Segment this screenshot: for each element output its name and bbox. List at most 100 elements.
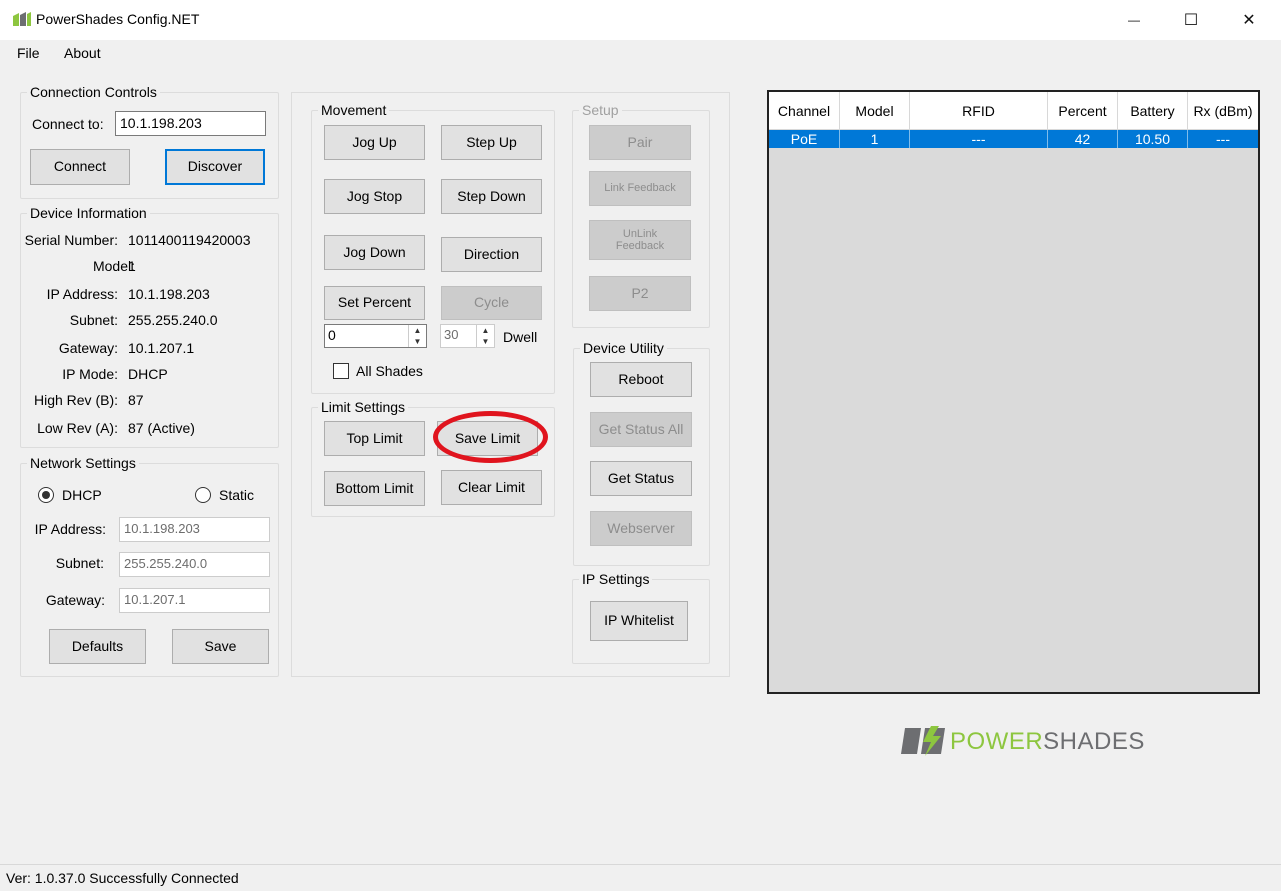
grid-col-model[interactable]: Model	[840, 92, 910, 129]
ip-whitelist-button[interactable]: IP Whitelist	[590, 601, 688, 641]
model-label: Model:	[92, 258, 135, 274]
dwell-label: Dwell	[503, 329, 538, 345]
low-rev-value: 87 (Active)	[128, 420, 195, 436]
device-information-label: Device Information	[27, 205, 150, 221]
jog-down-button[interactable]: Jog Down	[324, 235, 425, 270]
defaults-button[interactable]: Defaults	[49, 629, 146, 664]
step-up-button[interactable]: Step Up	[441, 125, 542, 160]
set-percent-button[interactable]: Set Percent	[324, 286, 425, 320]
gateway-value: 10.1.207.1	[128, 340, 195, 356]
spinner-down-icon[interactable]: ▼	[477, 336, 494, 347]
ip-mode-value: DHCP	[128, 366, 168, 382]
window-title: PowerShades Config.NET	[36, 11, 200, 27]
gateway-label: Gateway:	[58, 340, 118, 356]
unlink-feedback-button[interactable]: UnLink Feedback	[589, 220, 691, 260]
menu-file[interactable]: File	[17, 45, 40, 61]
unlink-feedback-label-2: Feedback	[615, 240, 665, 252]
step-down-button[interactable]: Step Down	[441, 179, 542, 214]
device-grid[interactable]: Channel Model RFID Percent Battery Rx (d…	[767, 90, 1260, 694]
static-label: Static	[219, 487, 255, 503]
cycle-button[interactable]: Cycle	[441, 286, 542, 320]
dhcp-label: DHCP	[62, 487, 102, 503]
all-shades-checkbox[interactable]	[333, 363, 349, 379]
link-feedback-button[interactable]: Link Feedback	[589, 171, 691, 206]
limit-settings-label: Limit Settings	[318, 399, 409, 415]
network-gateway-label: Gateway:	[45, 592, 105, 608]
menu-bar	[0, 40, 1281, 68]
unlink-feedback-label-1: UnLink	[622, 227, 658, 240]
minimize-icon: —	[1128, 13, 1140, 27]
device-information-group: Device Information	[20, 205, 279, 448]
maximize-icon: ☐	[1183, 12, 1199, 29]
connection-controls-label: Connection Controls	[27, 84, 160, 100]
logo-text-shades: SHADES	[1043, 728, 1145, 755]
subnet-label: Subnet:	[69, 312, 118, 328]
network-settings-label: Network Settings	[27, 455, 139, 471]
cell-battery: 10.50	[1118, 130, 1188, 148]
serial-number-value: 1011400119420003	[128, 232, 251, 248]
grid-col-percent[interactable]: Percent	[1048, 92, 1118, 129]
dwell-value: 30	[444, 327, 459, 342]
spinner-down-icon[interactable]: ▼	[409, 336, 426, 347]
connect-to-label: Connect to:	[32, 116, 104, 132]
setup-label: Setup	[579, 102, 622, 118]
cell-rfid: ---	[910, 130, 1048, 148]
network-subnet-label: Subnet:	[55, 555, 104, 571]
highlight-ring	[433, 411, 548, 463]
jog-stop-button[interactable]: Jog Stop	[324, 179, 425, 214]
p2-button[interactable]: P2	[589, 276, 691, 311]
close-button[interactable]: ✕	[1220, 0, 1278, 40]
cell-percent: 42	[1048, 130, 1118, 148]
spinner-up-icon[interactable]: ▲	[477, 325, 494, 336]
jog-up-button[interactable]: Jog Up	[324, 125, 425, 160]
spinner-up-icon[interactable]: ▲	[409, 325, 426, 336]
static-radio[interactable]	[195, 487, 211, 503]
movement-label: Movement	[318, 102, 390, 118]
ip-mode-label: IP Mode:	[62, 366, 118, 382]
cell-rx: ---	[1216, 131, 1230, 147]
all-shades-label: All Shades	[356, 363, 423, 379]
serial-number-label: Serial Number:	[24, 232, 118, 248]
save-button[interactable]: Save	[172, 629, 269, 664]
dhcp-radio[interactable]	[38, 487, 54, 503]
grid-col-battery[interactable]: Battery	[1118, 92, 1188, 129]
subnet-value: 255.255.240.0	[128, 312, 218, 328]
status-text: Ver: 1.0.37.0 Successfully Connected	[6, 870, 239, 886]
powershades-logo-text: POWERSHADES	[950, 728, 1145, 756]
status-bar: Ver: 1.0.37.0 Successfully Connected	[0, 864, 1281, 891]
grid-col-rx[interactable]: Rx (dBm)	[1188, 92, 1258, 129]
reboot-button[interactable]: Reboot	[590, 362, 692, 397]
model-value: 1	[128, 258, 136, 274]
bottom-limit-button[interactable]: Bottom Limit	[324, 471, 425, 506]
device-utility-label: Device Utility	[580, 340, 667, 356]
dwell-spinner-arrows[interactable]: ▲ ▼	[476, 325, 494, 347]
network-ip-field[interactable]: 10.1.198.203	[119, 517, 270, 542]
direction-button[interactable]: Direction	[441, 237, 542, 272]
menu-about[interactable]: About	[64, 45, 101, 61]
minimize-button[interactable]: —	[1105, 0, 1163, 40]
get-status-all-button[interactable]: Get Status All	[590, 412, 692, 447]
discover-button[interactable]: Discover	[165, 149, 265, 185]
connect-to-input[interactable]: 10.1.198.203	[115, 111, 266, 136]
logo-text-power: POWER	[950, 728, 1044, 755]
cell-channel: PoE	[769, 130, 840, 148]
get-status-button[interactable]: Get Status	[590, 461, 692, 496]
ip-address-label: IP Address:	[46, 286, 118, 302]
low-rev-label: Low Rev (A):	[37, 420, 118, 436]
maximize-button[interactable]: ☐	[1162, 0, 1220, 40]
top-limit-button[interactable]: Top Limit	[324, 421, 425, 456]
connect-button[interactable]: Connect	[30, 149, 130, 185]
ip-settings-label: IP Settings	[579, 571, 653, 587]
pair-button[interactable]: Pair	[589, 125, 691, 160]
network-gateway-field[interactable]: 10.1.207.1	[119, 588, 270, 613]
table-row[interactable]: PoE 1 --- 42 10.50 ---	[769, 130, 1258, 148]
grid-col-channel[interactable]: Channel	[769, 92, 840, 129]
clear-limit-button[interactable]: Clear Limit	[441, 470, 542, 505]
percent-spinner-arrows[interactable]: ▲ ▼	[408, 325, 426, 347]
grid-col-rfid[interactable]: RFID	[910, 92, 1048, 129]
close-icon: ✕	[1242, 12, 1256, 29]
high-rev-label: High Rev (B):	[33, 392, 118, 408]
cell-model: 1	[840, 130, 910, 148]
network-subnet-field[interactable]: 255.255.240.0	[119, 552, 270, 577]
webserver-button[interactable]: Webserver	[590, 511, 692, 546]
